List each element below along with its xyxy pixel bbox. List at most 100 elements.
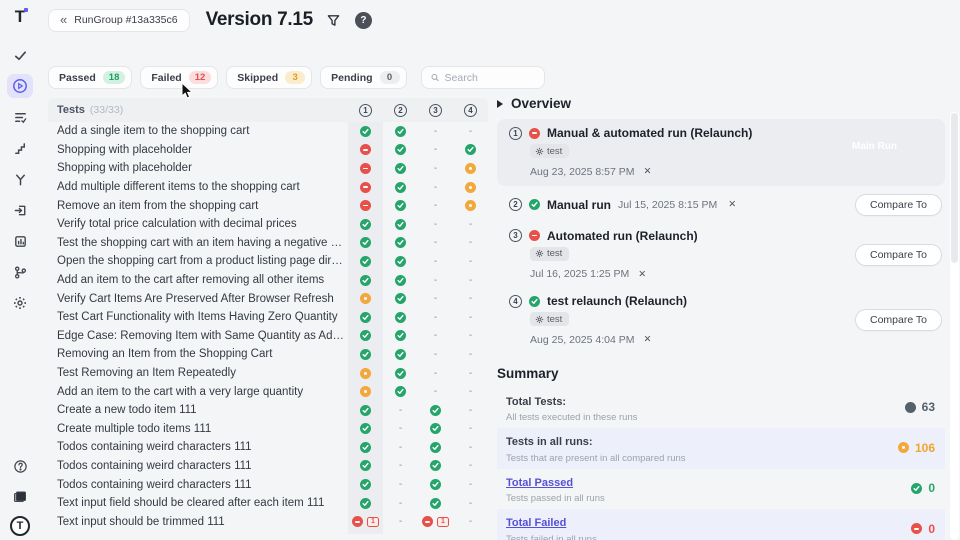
- run-number-2-icon[interactable]: 2: [394, 104, 407, 117]
- minus-glyph: [363, 149, 368, 151]
- filter-pending-button[interactable]: Pending0: [320, 66, 406, 89]
- remove-run-icon[interactable]: ✕: [644, 166, 652, 177]
- column-header-cell: 3: [418, 104, 453, 117]
- status-cell: [418, 460, 453, 471]
- checks-nav-icon[interactable]: [7, 43, 33, 67]
- test-row[interactable]: Text input should be trimmed 1111-1-: [48, 512, 488, 531]
- remove-run-icon[interactable]: ✕: [638, 269, 646, 280]
- comment-badge[interactable]: 1: [367, 517, 379, 527]
- test-row[interactable]: Edge Case: Removing Item with Same Quant…: [48, 327, 488, 346]
- dot-glyph: [364, 297, 367, 300]
- filter-funnel-icon[interactable]: [323, 9, 345, 31]
- run-number-4-icon[interactable]: 4: [464, 104, 477, 117]
- settings-gear-icon[interactable]: [7, 291, 33, 315]
- status-cell: 1: [348, 516, 383, 527]
- rungroup-back-button[interactable]: « RunGroup #13a335c6: [48, 9, 190, 32]
- remove-run-icon[interactable]: ✕: [728, 199, 736, 210]
- topbar: « RunGroup #13a335c6 Version 7.15 ?: [48, 0, 960, 40]
- search-box[interactable]: [421, 66, 545, 89]
- test-row[interactable]: Test the shopping cart with an item havi…: [48, 234, 488, 253]
- summary-label: Total Tests:: [506, 396, 566, 408]
- compare-to-button[interactable]: Compare To: [855, 244, 942, 266]
- run-item[interactable]: 4test relaunch (Relaunch)testAug 25, 202…: [497, 290, 945, 351]
- run-item[interactable]: 2Manual runJul 15, 2025 8:15 PM✕Compare …: [497, 191, 945, 220]
- filter-skipped-button[interactable]: Skipped3: [226, 66, 312, 89]
- help-circle-icon[interactable]: [7, 454, 33, 478]
- user-avatar[interactable]: T: [10, 516, 30, 536]
- test-row[interactable]: Add an item to the cart with a very larg…: [48, 382, 488, 401]
- no-run-dash: -: [434, 312, 437, 323]
- runs-nav-icon[interactable]: [7, 74, 33, 98]
- compare-to-button[interactable]: Compare To: [855, 194, 942, 216]
- status-cell: [348, 405, 383, 416]
- test-row[interactable]: Todos containing weird characters 111--: [48, 457, 488, 476]
- remove-run-icon[interactable]: ✕: [644, 334, 652, 345]
- test-row[interactable]: Todos containing weird characters 111--: [48, 475, 488, 494]
- test-row[interactable]: Verify total price calculation with deci…: [48, 215, 488, 234]
- no-run-dash: -: [399, 423, 402, 434]
- run-number-1-icon[interactable]: 1: [359, 104, 372, 117]
- no-run-dash: -: [469, 423, 472, 434]
- help-button[interactable]: ?: [355, 12, 372, 29]
- app-logo[interactable]: T: [15, 7, 25, 27]
- summary-value: 0: [911, 481, 935, 495]
- vertical-scrollbar[interactable]: [950, 112, 959, 540]
- status-passed-icon: [360, 330, 371, 341]
- status-cell: [348, 144, 383, 155]
- status-cell: -: [418, 293, 453, 304]
- test-row[interactable]: Add a single item to the shopping cart--: [48, 122, 488, 141]
- test-row[interactable]: Text input field should be cleared after…: [48, 494, 488, 513]
- summary-row: Total Tests:All tests executed in these …: [497, 388, 945, 429]
- test-row[interactable]: Add an item to the cart after removing a…: [48, 271, 488, 290]
- import-nav-icon[interactable]: [7, 198, 33, 222]
- minus-glyph: [425, 521, 430, 523]
- test-row[interactable]: Shopping with placeholder-: [48, 141, 488, 160]
- status-cell: [383, 256, 418, 267]
- pulse-nav-icon[interactable]: [7, 167, 33, 191]
- compare-to-button[interactable]: Compare To: [855, 309, 942, 331]
- run-number-3-icon[interactable]: 3: [429, 104, 442, 117]
- summary-link[interactable]: Total Failed: [506, 517, 566, 529]
- test-row[interactable]: Remove an item from the shopping cart-: [48, 196, 488, 215]
- branch-nav-icon[interactable]: [7, 260, 33, 284]
- status-passed-icon: [395, 144, 406, 155]
- docs-folder-icon[interactable]: [7, 485, 33, 509]
- test-row[interactable]: Test Cart Functionality with Items Havin…: [48, 308, 488, 327]
- run-item[interactable]: 3Automated run (Relaunch)testJul 16, 202…: [497, 225, 945, 286]
- run-item[interactable]: 1Manual & automated run (Relaunch)testAu…: [497, 119, 945, 186]
- no-run-dash: -: [469, 442, 472, 453]
- no-run-dash: -: [399, 405, 402, 416]
- test-row[interactable]: Removing an Item from the Shopping Cart-…: [48, 345, 488, 364]
- status-cell: [453, 163, 488, 174]
- test-row[interactable]: Shopping with placeholder-: [48, 159, 488, 178]
- steps-nav-icon[interactable]: [7, 136, 33, 160]
- no-run-dash: -: [469, 460, 472, 471]
- summary-rows: Total Tests:All tests executed in these …: [497, 388, 945, 540]
- test-name: Add a single item to the shopping cart: [48, 125, 348, 137]
- report-nav-icon[interactable]: [7, 229, 33, 253]
- test-row[interactable]: Todos containing weird characters 111--: [48, 438, 488, 457]
- filter-passed-button[interactable]: Passed18: [48, 66, 132, 89]
- filter-failed-button[interactable]: Failed12: [140, 66, 218, 89]
- search-input[interactable]: [445, 72, 535, 84]
- no-run-dash: -: [399, 460, 402, 471]
- test-row[interactable]: Open the shopping cart from a product li…: [48, 252, 488, 271]
- test-row[interactable]: Add multiple different items to the shop…: [48, 178, 488, 197]
- test-list-nav-icon[interactable]: [7, 105, 33, 129]
- comment-badge[interactable]: 1: [437, 517, 449, 527]
- test-row[interactable]: Verify Cart Items Are Preserved After Br…: [48, 289, 488, 308]
- no-run-dash: -: [434, 368, 437, 379]
- minus-glyph: [532, 235, 537, 237]
- collapse-panel-icon[interactable]: [497, 100, 503, 108]
- no-run-dash: -: [434, 163, 437, 174]
- test-row[interactable]: Create multiple todo items 111--: [48, 420, 488, 439]
- summary-link[interactable]: Total Passed: [506, 477, 573, 489]
- minus-glyph: [363, 168, 368, 170]
- status-cell: [348, 368, 383, 379]
- test-row[interactable]: Test Removing an Item Repeatedly--: [48, 364, 488, 383]
- test-row[interactable]: Create a new todo item 111--: [48, 401, 488, 420]
- status-cell: [383, 312, 418, 323]
- tests-table-header: Tests (33/33) 1234: [48, 98, 488, 122]
- status-skipped-icon: [360, 386, 371, 397]
- no-run-dash: -: [434, 386, 437, 397]
